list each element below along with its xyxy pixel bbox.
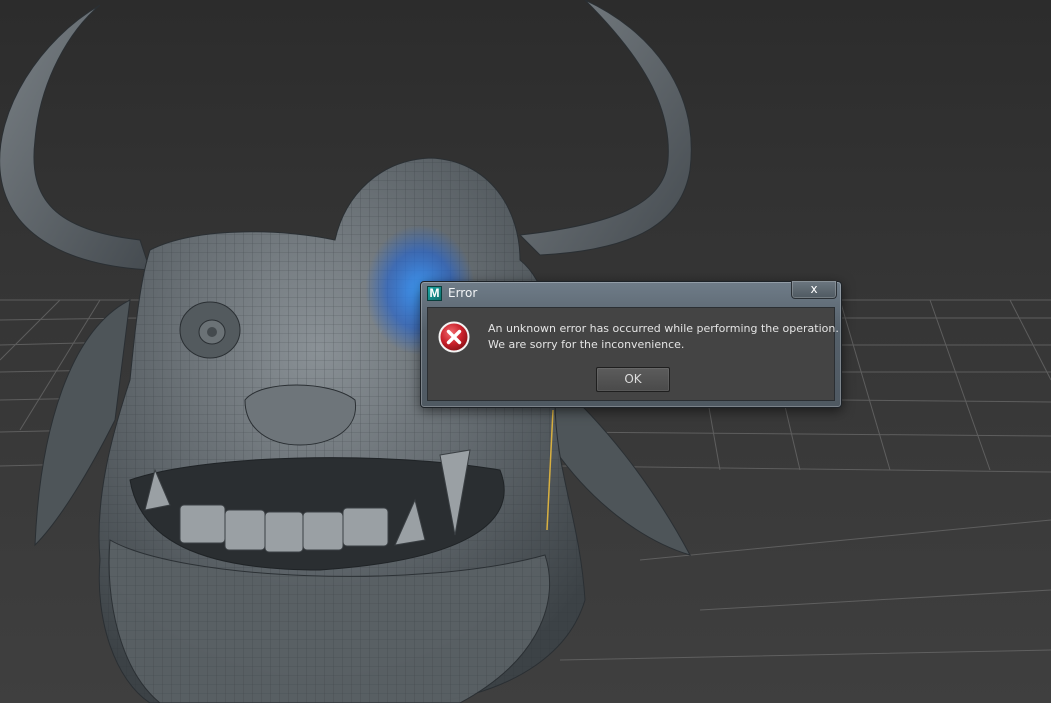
error-dialog: M Error x An unknown error has occurred … [420, 281, 842, 408]
app-logo-icon: M [427, 286, 442, 301]
error-message-line: An unknown error has occurred while perf… [488, 322, 839, 335]
horn-left [0, 4, 151, 271]
error-message: An unknown error has occurred while perf… [488, 321, 839, 353]
ok-button[interactable]: OK [596, 367, 670, 392]
dialog-title: Error [448, 286, 478, 300]
close-button[interactable]: x [791, 281, 837, 299]
dialog-body: An unknown error has occurred while perf… [427, 307, 839, 401]
error-message-line: We are sorry for the inconvenience. [488, 338, 685, 351]
eye-left [179, 301, 241, 359]
horn-right [518, 0, 692, 256]
error-x-icon [438, 321, 470, 353]
dialog-titlebar[interactable]: M Error x [421, 281, 841, 306]
